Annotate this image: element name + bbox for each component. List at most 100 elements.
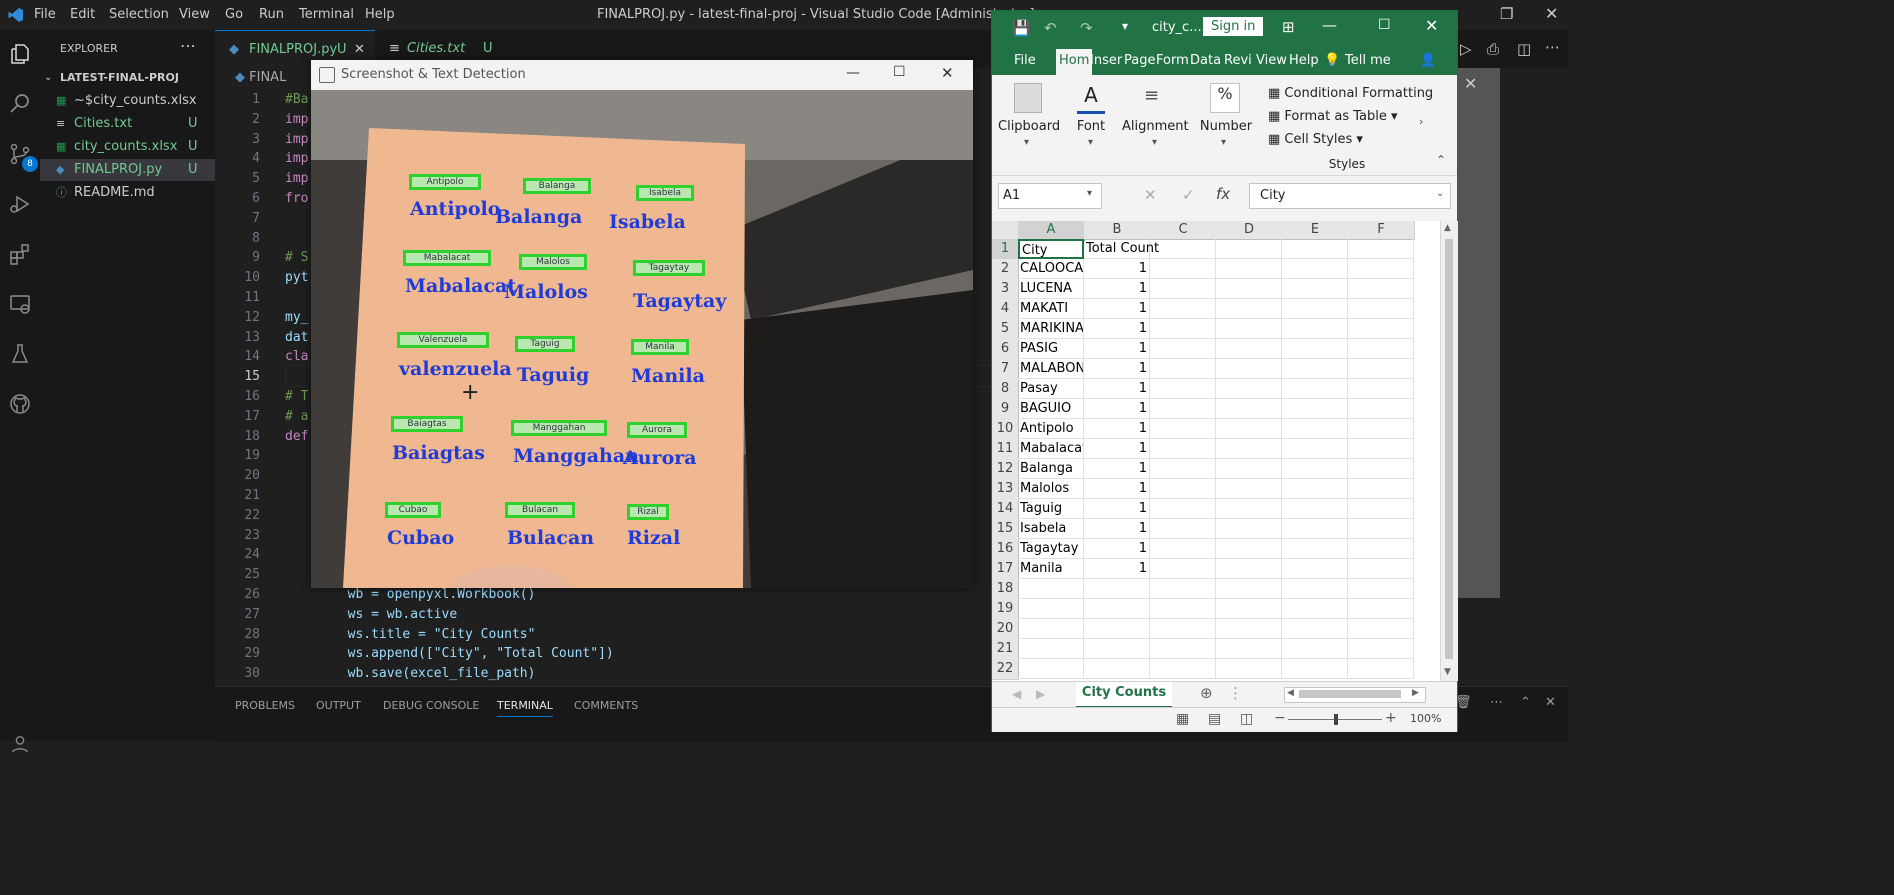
cell-empty[interactable] [1150, 319, 1216, 339]
close-icon[interactable]: ✕ [1425, 16, 1438, 35]
more-actions-icon[interactable]: ⋯ [180, 36, 196, 55]
name-box[interactable]: A1 ▾ [998, 183, 1102, 209]
cell-city[interactable]: Isabela [1018, 519, 1084, 539]
cell-empty[interactable] [1282, 239, 1348, 259]
cell-empty[interactable] [1282, 519, 1348, 539]
cell-empty[interactable] [1150, 559, 1216, 579]
column-header[interactable]: C [1150, 221, 1217, 240]
zoom-level[interactable]: 100% [1410, 712, 1441, 725]
scrollbar-thumb[interactable] [1445, 239, 1453, 659]
row-header[interactable]: 7 [992, 359, 1019, 380]
zoom-out-icon[interactable]: − [1274, 710, 1286, 726]
cell-empty[interactable] [1216, 379, 1282, 399]
cell-city[interactable]: Balanga [1018, 459, 1084, 479]
cell-count[interactable]: 1 [1084, 559, 1150, 579]
row-header[interactable]: 10 [992, 419, 1019, 440]
cell-empty[interactable] [1348, 279, 1414, 299]
cell-empty[interactable] [1348, 439, 1414, 459]
insert-function-icon[interactable]: fx [1216, 185, 1230, 203]
cell-city[interactable] [1018, 639, 1084, 659]
cell-empty[interactable] [1150, 279, 1216, 299]
cell-empty[interactable] [1150, 499, 1216, 519]
normal-view-icon[interactable]: ▦ [1176, 711, 1189, 727]
next-sheet-icon[interactable]: ▶ [1036, 687, 1045, 701]
cell-empty[interactable] [1348, 359, 1414, 379]
cell-empty[interactable] [1216, 619, 1282, 639]
cell-empty[interactable] [1348, 419, 1414, 439]
row-header[interactable]: 8 [992, 379, 1019, 400]
cell-empty[interactable] [1348, 539, 1414, 559]
select-all-corner[interactable] [992, 221, 1019, 240]
cell-empty[interactable] [1348, 379, 1414, 399]
percent-icon[interactable]: % [1210, 83, 1240, 113]
cell-empty[interactable] [1150, 579, 1216, 599]
cell-empty[interactable] [1282, 399, 1348, 419]
ribbon-tab-formulas[interactable]: Form [1156, 53, 1189, 68]
cell-empty[interactable] [1282, 499, 1348, 519]
cell-empty[interactable] [1282, 479, 1348, 499]
prev-sheet-icon[interactable]: ◀ [1012, 687, 1021, 701]
cell-city[interactable]: MARIKINA [1018, 319, 1084, 339]
zoom-in-icon[interactable]: + [1385, 710, 1397, 726]
formula-input[interactable]: City ⌄ [1249, 183, 1451, 209]
file-item[interactable]: ▦ city_counts.xlsx U [40, 136, 215, 158]
cell-count[interactable]: 1 [1084, 539, 1150, 559]
cell-count[interactable] [1084, 599, 1150, 619]
cell-empty[interactable] [1150, 399, 1216, 419]
enter-icon[interactable]: ✓ [1182, 186, 1195, 204]
cell-empty[interactable] [1348, 499, 1414, 519]
cell-empty[interactable] [1216, 359, 1282, 379]
cell-city[interactable]: Tagaytay [1018, 539, 1084, 559]
row-header[interactable]: 2 [992, 259, 1019, 280]
row-header[interactable]: 20 [992, 619, 1019, 640]
row-header[interactable]: 19 [992, 599, 1019, 620]
cell-count[interactable]: 1 [1084, 259, 1150, 279]
row-header[interactable]: 15 [992, 519, 1019, 540]
maximize-icon[interactable]: ☐ [893, 64, 906, 80]
ribbon-display-icon[interactable]: ⊞ [1282, 18, 1295, 36]
alignment-group[interactable]: Alignment [1122, 119, 1189, 134]
cell-empty[interactable] [1216, 579, 1282, 599]
row-header[interactable]: 21 [992, 639, 1019, 660]
close-icon[interactable]: ✕ [1545, 4, 1558, 23]
cell-count[interactable]: 1 [1084, 299, 1150, 319]
ribbon-tab-data[interactable]: Data [1190, 53, 1221, 68]
menu-selection[interactable]: Selection [109, 7, 169, 22]
ribbon-scroll-icon[interactable]: › [1419, 115, 1423, 128]
cell-empty[interactable] [1216, 399, 1282, 419]
cell-city[interactable]: Mabalacat [1018, 439, 1084, 459]
clipboard-group[interactable]: Clipboard [998, 119, 1060, 134]
cell-city[interactable]: MALABON [1018, 359, 1084, 379]
cell-empty[interactable] [1150, 539, 1216, 559]
cell-count[interactable]: 1 [1084, 359, 1150, 379]
cell-empty[interactable] [1216, 479, 1282, 499]
cell-empty[interactable] [1150, 519, 1216, 539]
cell-empty[interactable] [1150, 239, 1216, 259]
column-header[interactable]: E [1282, 221, 1349, 240]
cell-count[interactable]: 1 [1084, 419, 1150, 439]
vertical-scrollbar[interactable]: ▲ ▼ [1440, 221, 1458, 681]
cell-empty[interactable] [1216, 319, 1282, 339]
file-item[interactable]: ≡ Cities.txt U [40, 113, 215, 135]
cell-count[interactable]: 1 [1084, 319, 1150, 339]
scroll-down-icon[interactable]: ▼ [1444, 667, 1451, 677]
sign-in-button[interactable]: Sign in [1203, 17, 1264, 36]
cell-empty[interactable] [1348, 239, 1414, 259]
cell-empty[interactable] [1216, 459, 1282, 479]
file-item-selected[interactable]: ◆ FINALPROJ.py U [40, 159, 215, 181]
cell-empty[interactable] [1282, 539, 1348, 559]
cell-empty[interactable] [1282, 279, 1348, 299]
explorer-icon[interactable] [4, 38, 36, 70]
cell-empty[interactable] [1282, 559, 1348, 579]
row-header[interactable]: 16 [992, 539, 1019, 560]
sheet-tab-city-counts[interactable]: City Counts [1076, 682, 1172, 708]
conditional-formatting-button[interactable]: ▦ Conditional Formatting [1268, 86, 1433, 101]
customize-qat-icon[interactable]: ▾ [1122, 19, 1128, 33]
panel-tab-terminal[interactable]: TERMINAL [497, 699, 553, 717]
scroll-right-icon[interactable]: ▶ [1412, 688, 1419, 698]
cell-empty[interactable] [1150, 479, 1216, 499]
column-header[interactable]: D [1216, 221, 1283, 240]
cell-city[interactable]: BAGUIO [1018, 399, 1084, 419]
account-icon[interactable] [4, 728, 36, 760]
row-header[interactable]: 13 [992, 479, 1019, 500]
